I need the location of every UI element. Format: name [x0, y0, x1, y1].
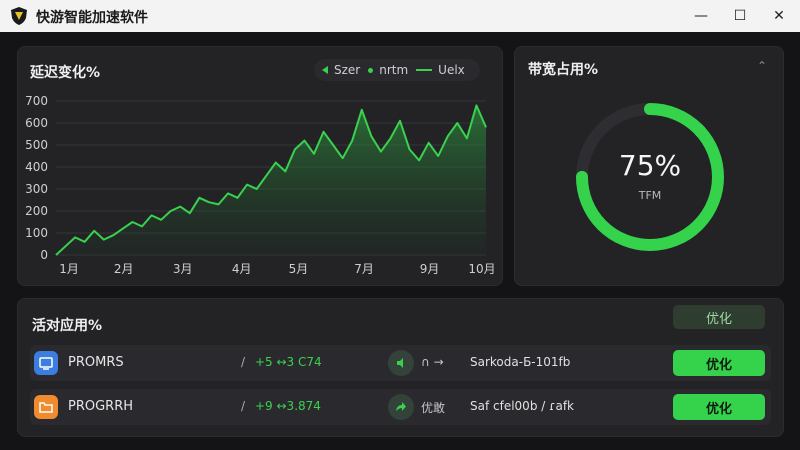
latency-chart-card: 延迟变化% Szer nrtm Uelx 0 100 200 300 400 500 600… [17, 46, 503, 286]
forward-arrow-icon[interactable] [388, 394, 414, 420]
series-area [56, 105, 486, 256]
app-window-icon [34, 351, 58, 375]
x-tick-label: 9月 [420, 262, 440, 276]
window-title: 快游智能加速软件 [36, 10, 148, 26]
minimize-icon: — [694, 8, 708, 24]
action-label: 优敢 [421, 401, 446, 415]
separator: / [241, 355, 246, 369]
bandwidth-card: 带宽占用% ⌃ 75% TFM [514, 46, 784, 286]
y-tick-label: 600 [25, 116, 48, 130]
x-tick-label: 5月 [289, 262, 309, 276]
close-button[interactable]: ✕ [756, 0, 800, 32]
bandwidth-title: 带宽占用% [528, 62, 599, 78]
optimize-button[interactable]: 优化 [673, 350, 765, 376]
y-tick-label: 0 [40, 248, 48, 262]
active-apps-card: 活对应用% 优化 PROMRS / +5 ↔3 C74 ∩ → Sarkoda-… [17, 298, 784, 437]
app-name: PROMRS [68, 355, 124, 370]
speaker-icon[interactable] [388, 350, 414, 376]
optimize-button[interactable]: 优化 [673, 394, 765, 420]
y-tick-label: 100 [25, 226, 48, 240]
x-tick-label: 7月 [354, 262, 374, 276]
optimize-all-button[interactable]: 优化 [673, 305, 765, 329]
gauge-unit: TFM [638, 189, 662, 202]
y-tick-label: 300 [25, 182, 48, 196]
app-row[interactable]: PROMRS / +5 ↔3 C74 ∩ → Sarkoda-Б-101fb 优… [30, 345, 771, 381]
app-speed: +5 ↔3 C74 [255, 355, 322, 369]
y-tick-label: 200 [25, 204, 48, 218]
app-row[interactable]: PROGRRH / +9 ↔3.874 优敢 Saf cfel00b / ɾaf… [30, 389, 771, 425]
y-tick-label: 700 [25, 94, 48, 108]
title-bar: 快游智能加速软件 — ☐ ✕ [0, 0, 800, 32]
y-tick-label: 400 [25, 160, 48, 174]
bandwidth-gauge: 75% TFM [572, 99, 728, 255]
latency-chart: 0 100 200 300 400 500 600 700 1月 2月 3月 4月 5月 7月 9月 10月 [25, 94, 496, 276]
gauge-percent: 75% [618, 149, 682, 182]
app-folder-icon [34, 395, 58, 419]
x-tick-label: 2月 [114, 262, 134, 276]
y-tick-label: 500 [25, 138, 48, 152]
apps-title: 活对应用% [32, 318, 103, 334]
app-name: PROGRRH [68, 399, 134, 414]
close-icon: ✕ [773, 8, 785, 24]
x-tick-label: 1月 [59, 262, 79, 276]
x-tick-label: 3月 [173, 262, 193, 276]
chevron-up-icon[interactable]: ⌃ [757, 59, 767, 73]
separator: / [241, 399, 246, 413]
server-name: Saf cfel00b / ɾafk [470, 399, 574, 413]
app-logo-icon [11, 7, 27, 25]
action-label: ∩ → [421, 355, 444, 369]
server-name: Sarkoda-Б-101fb [470, 355, 571, 369]
x-tick-label: 10月 [468, 262, 495, 276]
x-tick-label: 4月 [232, 262, 252, 276]
maximize-icon: ☐ [733, 8, 747, 24]
app-speed: +9 ↔3.874 [255, 399, 321, 413]
